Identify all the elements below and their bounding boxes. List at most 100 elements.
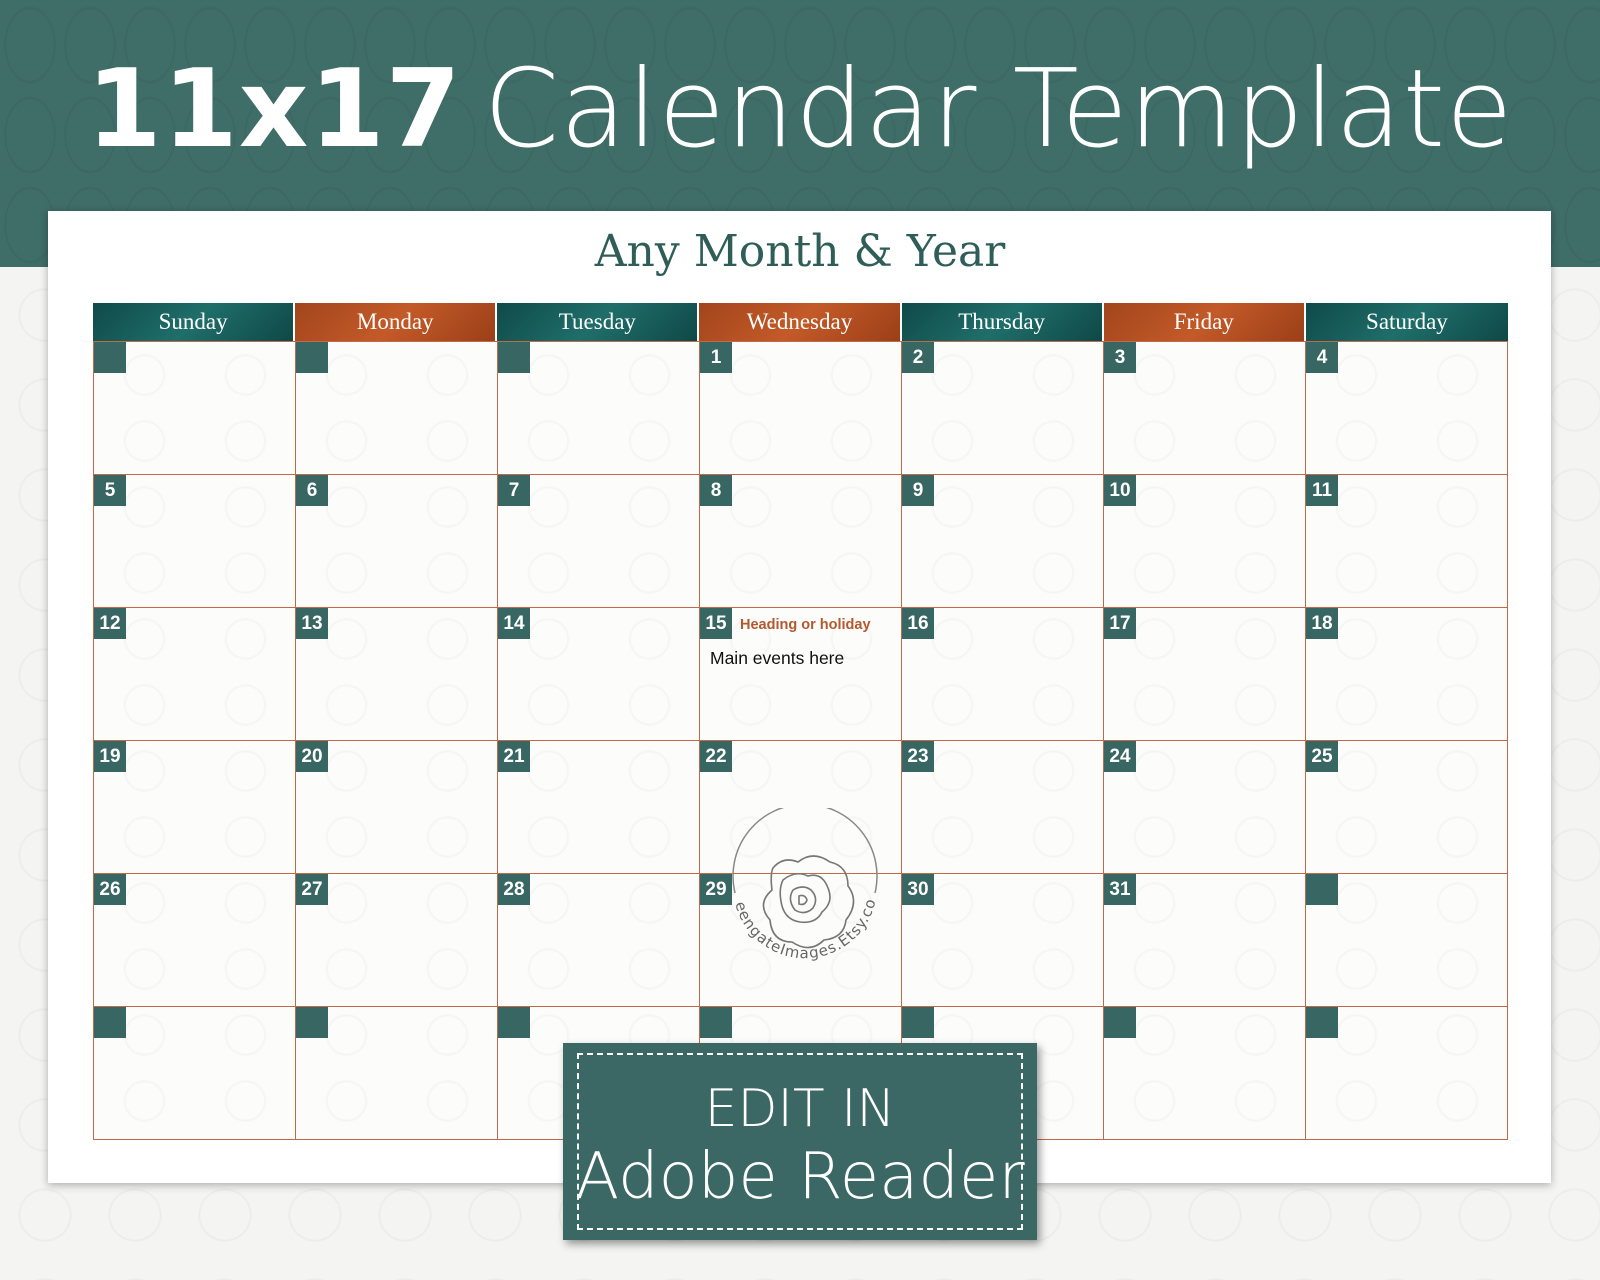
day-cell[interactable] bbox=[94, 1007, 296, 1140]
watermark-text: GreengateImages.Etsy.com bbox=[713, 808, 879, 962]
banner-title-size: 11x17 bbox=[86, 47, 462, 172]
date-number: 15 bbox=[700, 608, 732, 639]
date-number: 22 bbox=[700, 741, 732, 772]
day-cell[interactable]: 7 bbox=[498, 475, 700, 608]
day-cell[interactable] bbox=[94, 342, 296, 475]
date-number: 21 bbox=[498, 741, 530, 772]
date-number: 8 bbox=[700, 475, 732, 506]
day-cell[interactable] bbox=[1306, 1007, 1508, 1140]
day-cells: 1 2 3 4 5 6 7 8 9 10 11 12 13 14 15 Heading or holiday M… bbox=[93, 341, 1508, 1140]
date-number bbox=[902, 1007, 934, 1038]
weekday-wednesday: Wednesday bbox=[699, 303, 902, 341]
date-number: 19 bbox=[94, 741, 126, 772]
day-cell[interactable]: 26 bbox=[94, 874, 296, 1007]
day-cell[interactable]: 20 bbox=[296, 741, 498, 874]
banner-title: 11x17 Calendar Template bbox=[0, 56, 1600, 164]
date-number bbox=[1306, 1007, 1338, 1038]
date-number: 26 bbox=[94, 874, 126, 905]
date-number bbox=[296, 1007, 328, 1038]
date-number: 28 bbox=[498, 874, 530, 905]
date-number: 5 bbox=[94, 475, 126, 506]
date-number bbox=[94, 342, 126, 373]
day-cell[interactable]: 10 bbox=[1104, 475, 1306, 608]
date-number bbox=[1104, 1007, 1136, 1038]
date-number: 7 bbox=[498, 475, 530, 506]
day-cell[interactable] bbox=[296, 1007, 498, 1140]
date-number bbox=[498, 1007, 530, 1038]
day-cell[interactable] bbox=[498, 342, 700, 475]
day-cell[interactable]: 19 bbox=[94, 741, 296, 874]
day-cell[interactable]: 14 bbox=[498, 608, 700, 741]
day-cell[interactable]: 12 bbox=[94, 608, 296, 741]
date-number: 27 bbox=[296, 874, 328, 905]
day-cell[interactable]: 4 bbox=[1306, 342, 1508, 475]
weekday-saturday: Saturday bbox=[1305, 303, 1508, 341]
day-cell[interactable]: 1 bbox=[700, 342, 902, 475]
date-number: 20 bbox=[296, 741, 328, 772]
date-number: 31 bbox=[1104, 874, 1136, 905]
badge-line2: Adobe Reader bbox=[575, 1140, 1025, 1214]
date-number: 11 bbox=[1306, 475, 1338, 506]
date-number: 6 bbox=[296, 475, 328, 506]
date-number: 17 bbox=[1104, 608, 1136, 639]
date-number bbox=[700, 1007, 732, 1038]
calendar-grid: Sunday Monday Tuesday Wednesday Thursday Frid… bbox=[93, 303, 1508, 1140]
day-cell[interactable]: 27 bbox=[296, 874, 498, 1007]
date-number: 16 bbox=[902, 608, 934, 639]
weekday-header: Sunday Monday Tuesday Wednesday Thursday Frid… bbox=[93, 303, 1508, 341]
weekday-sunday: Sunday bbox=[93, 303, 296, 341]
weekday-friday: Friday bbox=[1103, 303, 1306, 341]
edit-in-adobe-badge: EDIT IN Adobe Reader bbox=[563, 1043, 1037, 1240]
day-cell[interactable] bbox=[1306, 874, 1508, 1007]
day-cell[interactable]: 2 bbox=[902, 342, 1104, 475]
cell-events[interactable]: Main events here bbox=[710, 648, 844, 669]
day-cell[interactable]: 16 bbox=[902, 608, 1104, 741]
svg-text:GreengateImages.Etsy.com: GreengateImages.Etsy.com bbox=[713, 808, 880, 962]
day-cell[interactable]: 31 bbox=[1104, 874, 1306, 1007]
date-number: 1 bbox=[700, 342, 732, 373]
day-cell[interactable]: 18 bbox=[1306, 608, 1508, 741]
weekday-tuesday: Tuesday bbox=[497, 303, 700, 341]
date-number: 18 bbox=[1306, 608, 1338, 639]
day-cell[interactable]: 17 bbox=[1104, 608, 1306, 741]
date-number: 10 bbox=[1104, 475, 1136, 506]
day-cell[interactable]: 21 bbox=[498, 741, 700, 874]
day-cell[interactable]: 13 bbox=[296, 608, 498, 741]
date-number bbox=[1306, 874, 1338, 905]
month-title[interactable]: Any Month & Year bbox=[0, 230, 1600, 274]
date-number bbox=[94, 1007, 126, 1038]
day-cell[interactable]: 30 bbox=[902, 874, 1104, 1007]
day-cell[interactable]: 5 bbox=[94, 475, 296, 608]
date-number: 2 bbox=[902, 342, 934, 373]
date-number: 30 bbox=[902, 874, 934, 905]
date-number: 14 bbox=[498, 608, 530, 639]
day-cell[interactable] bbox=[296, 342, 498, 475]
day-cell[interactable]: 8 bbox=[700, 475, 902, 608]
day-cell[interactable] bbox=[1104, 1007, 1306, 1140]
date-number bbox=[498, 342, 530, 373]
badge-line1: EDIT IN bbox=[704, 1079, 896, 1139]
date-number: 23 bbox=[902, 741, 934, 772]
date-number: 13 bbox=[296, 608, 328, 639]
date-number: 25 bbox=[1306, 741, 1338, 772]
day-cell[interactable]: 9 bbox=[902, 475, 1104, 608]
day-cell[interactable]: 23 bbox=[902, 741, 1104, 874]
weekday-thursday: Thursday bbox=[901, 303, 1104, 341]
date-number: 12 bbox=[94, 608, 126, 639]
date-number: 24 bbox=[1104, 741, 1136, 772]
date-number: 4 bbox=[1306, 342, 1338, 373]
day-cell[interactable]: 25 bbox=[1306, 741, 1508, 874]
date-number bbox=[296, 342, 328, 373]
date-number: 3 bbox=[1104, 342, 1136, 373]
weekday-monday: Monday bbox=[295, 303, 498, 341]
day-cell[interactable]: 15 Heading or holiday Main events here bbox=[700, 608, 902, 741]
watermark-logo: GreengateImages.Etsy.com bbox=[713, 808, 880, 962]
day-cell[interactable]: 6 bbox=[296, 475, 498, 608]
day-cell[interactable]: 28 bbox=[498, 874, 700, 1007]
day-cell[interactable]: 11 bbox=[1306, 475, 1508, 608]
date-number: 9 bbox=[902, 475, 934, 506]
cell-heading[interactable]: Heading or holiday bbox=[740, 617, 871, 633]
day-cell[interactable]: 24 bbox=[1104, 741, 1306, 874]
banner-title-text: Calendar Template bbox=[483, 47, 1514, 172]
day-cell[interactable]: 3 bbox=[1104, 342, 1306, 475]
